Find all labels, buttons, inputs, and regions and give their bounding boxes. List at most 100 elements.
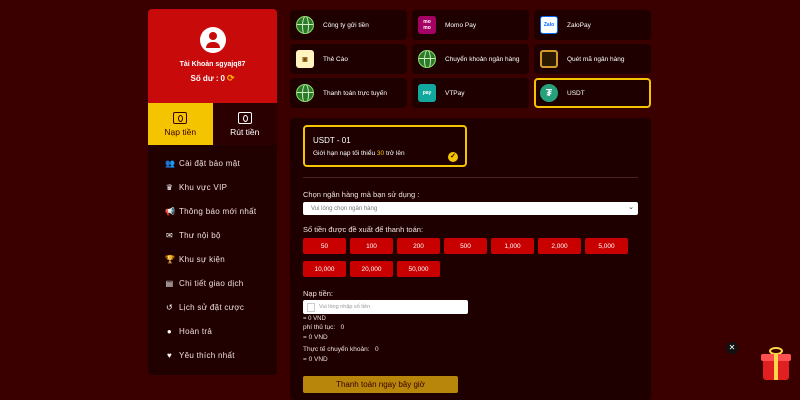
payment-method-online[interactable]: Thanh toán trực tuyến: [290, 78, 407, 108]
payment-method-zalopay[interactable]: Zalo ZaloPay: [534, 10, 651, 40]
fee-label: phí thủ tục:: [303, 324, 336, 331]
account-header: Tài Khoản sgyajq87 Số dư : 0 ⟳: [148, 9, 277, 103]
payment-method-bank-qr[interactable]: Quét mã ngân hàng: [534, 44, 651, 74]
menu-item-label: Yêu thích nhất: [179, 350, 235, 360]
globe-icon: [296, 16, 314, 34]
amount-button[interactable]: 100: [350, 238, 393, 254]
vtpay-icon: pay: [418, 84, 436, 102]
pay-now-button[interactable]: Thanh toán ngay bây giờ: [303, 376, 458, 393]
menu-item-label: Chi tiết giao dịch: [179, 278, 244, 288]
payment-method-label: VTPay: [445, 89, 465, 97]
globe-icon: [418, 50, 436, 68]
coin-icon: ●: [166, 326, 173, 336]
payment-method-bank-transfer[interactable]: Chuyển khoản ngân hàng: [412, 44, 529, 74]
payment-method-label: Thẻ Cào: [323, 55, 348, 63]
card-icon: ▣: [296, 50, 314, 68]
amount-button[interactable]: 1,000: [491, 238, 534, 254]
payment-method-label: Thanh toán trực tuyến: [323, 89, 387, 97]
menu-item-events[interactable]: 🏆 Khu sự kiện: [148, 247, 277, 271]
channel-limit: Giới hạn nạp tối thiểu 30 trở lên: [313, 150, 457, 157]
payment-method-usdt[interactable]: ₮ USDT: [534, 78, 651, 108]
suggested-amounts-label: Số tiền được đề xuất để thanh toán:: [303, 225, 424, 234]
balance-value: 0: [220, 74, 225, 83]
amount-button[interactable]: 2,000: [538, 238, 581, 254]
bank-select[interactable]: Vui lòng chọn ngân hàng ⌄: [303, 202, 638, 215]
usdt-channel-card[interactable]: USDT - 01 Giới hạn nạp tối thiểu 30 trở …: [303, 125, 467, 167]
deposit-amount-label: Nạp tiền:: [303, 289, 334, 298]
document-icon: ▤: [165, 278, 174, 288]
check-icon: ✓: [448, 152, 458, 162]
fee-value: 0: [340, 324, 345, 331]
menu-item-label: Khu vực VIP: [179, 182, 228, 192]
channel-title: USDT - 01: [313, 136, 351, 145]
payment-method-label: Chuyển khoản ngân hàng: [445, 55, 520, 63]
payment-method-scratch-card[interactable]: ▣ Thẻ Cào: [290, 44, 407, 74]
limit-value: 30: [376, 150, 385, 157]
balance-label: Số dư :: [190, 74, 219, 83]
menu-item-label: Thư nội bộ: [179, 230, 221, 240]
menu-item-inbox[interactable]: ✉ Thư nội bộ: [148, 223, 277, 247]
payment-method-vtpay[interactable]: pay VTPay: [412, 78, 529, 108]
menu-item-label: Hoàn trả: [179, 326, 213, 336]
envelope-icon: ✉: [165, 230, 173, 240]
tab-withdraw[interactable]: Rút tiền: [212, 103, 277, 145]
input-icon: [307, 302, 315, 312]
limit-prefix: Giới hạn nạp tối thiểu: [313, 150, 376, 157]
amount-button[interactable]: 20,000: [350, 261, 393, 277]
payment-method-momo[interactable]: mo mo Momo Pay: [412, 10, 529, 40]
momo-icon: mo mo: [418, 16, 436, 34]
fee-converted: = 0 VND: [303, 334, 328, 341]
deposit-converted: = 0 VND: [303, 316, 326, 322]
bank-select-value: Vui lòng chọn ngân hàng: [311, 205, 378, 212]
tab-withdraw-label: Rút tiền: [230, 126, 260, 137]
usdt-icon: ₮: [540, 84, 558, 102]
fee-row: phí thủ tục: 0: [303, 324, 344, 331]
menu-item-vip[interactable]: ♛ Khu vực VIP: [148, 175, 277, 199]
trophy-icon: 🏆: [165, 254, 176, 264]
menu-item-bet-history[interactable]: ↺ Lịch sử đặt cược: [148, 295, 277, 319]
menu-item-favorites[interactable]: ♥ Yêu thích nhất: [148, 343, 277, 367]
amount-button[interactable]: 50,000: [397, 261, 440, 277]
payment-method-label: Quét mã ngân hàng: [567, 55, 625, 63]
payment-method-label: ZaloPay: [567, 21, 591, 29]
menu-item-notifications[interactable]: 📢 Thông báo mới nhất: [148, 199, 277, 223]
gift-box-icon[interactable]: [757, 346, 795, 382]
menu-item-label: Khu sự kiện: [179, 254, 226, 264]
actual-transfer-row: Thực tế chuyển khoản: 0: [303, 346, 379, 353]
megaphone-icon: 📢: [165, 206, 176, 216]
avatar-icon[interactable]: [199, 27, 226, 53]
payment-method-company[interactable]: Công ty gửi tiền: [290, 10, 407, 40]
amount-button[interactable]: 200: [397, 238, 440, 254]
users-gear-icon: 👥: [165, 158, 176, 168]
globe-icon: [296, 84, 314, 102]
bank-select-label: Chọn ngân hàng mà bạn sử dụng :: [303, 190, 420, 199]
deposit-withdraw-tabs: Nạp tiền Rút tiền: [148, 103, 277, 145]
deposit-amount-input[interactable]: Vui lòng nhập số tiền: [303, 300, 468, 314]
actual-converted: = 0 VND: [303, 356, 328, 363]
menu-item-label: Cài đặt bảo mật: [179, 158, 240, 168]
menu-item-label: Lịch sử đặt cược: [179, 302, 245, 312]
limit-suffix: trở lên: [385, 150, 405, 157]
close-icon[interactable]: ✕: [726, 342, 738, 354]
payment-method-label: Công ty gửi tiền: [323, 21, 369, 29]
heart-icon: ♥: [166, 350, 173, 360]
menu-item-security[interactable]: 👥 Cài đặt bảo mật: [148, 151, 277, 175]
menu-item-transactions[interactable]: ▤ Chi tiết giao dịch: [148, 271, 277, 295]
amount-button[interactable]: 10,000: [303, 261, 346, 277]
deposit-amount-placeholder: Vui lòng nhập số tiền: [319, 304, 371, 310]
payment-method-label: USDT: [567, 89, 585, 97]
qr-icon: [540, 50, 558, 68]
account-name: Tài Khoản sgyajq87: [179, 61, 246, 68]
chevron-down-icon: ⌄: [628, 204, 634, 211]
actual-value: 0: [374, 346, 379, 353]
menu-item-rebate[interactable]: ● Hoàn trả: [148, 319, 277, 343]
refresh-icon[interactable]: ⟳: [227, 73, 235, 84]
amount-button[interactable]: 5,000: [585, 238, 628, 254]
amount-button[interactable]: 500: [444, 238, 487, 254]
menu-item-label: Thông báo mới nhất: [179, 206, 257, 216]
tab-deposit[interactable]: Nạp tiền: [148, 103, 213, 145]
deposit-icon: [173, 111, 188, 124]
amount-button[interactable]: 50: [303, 238, 346, 254]
zalopay-icon: Zalo: [540, 16, 558, 34]
actual-label: Thực tế chuyển khoản:: [303, 346, 370, 353]
